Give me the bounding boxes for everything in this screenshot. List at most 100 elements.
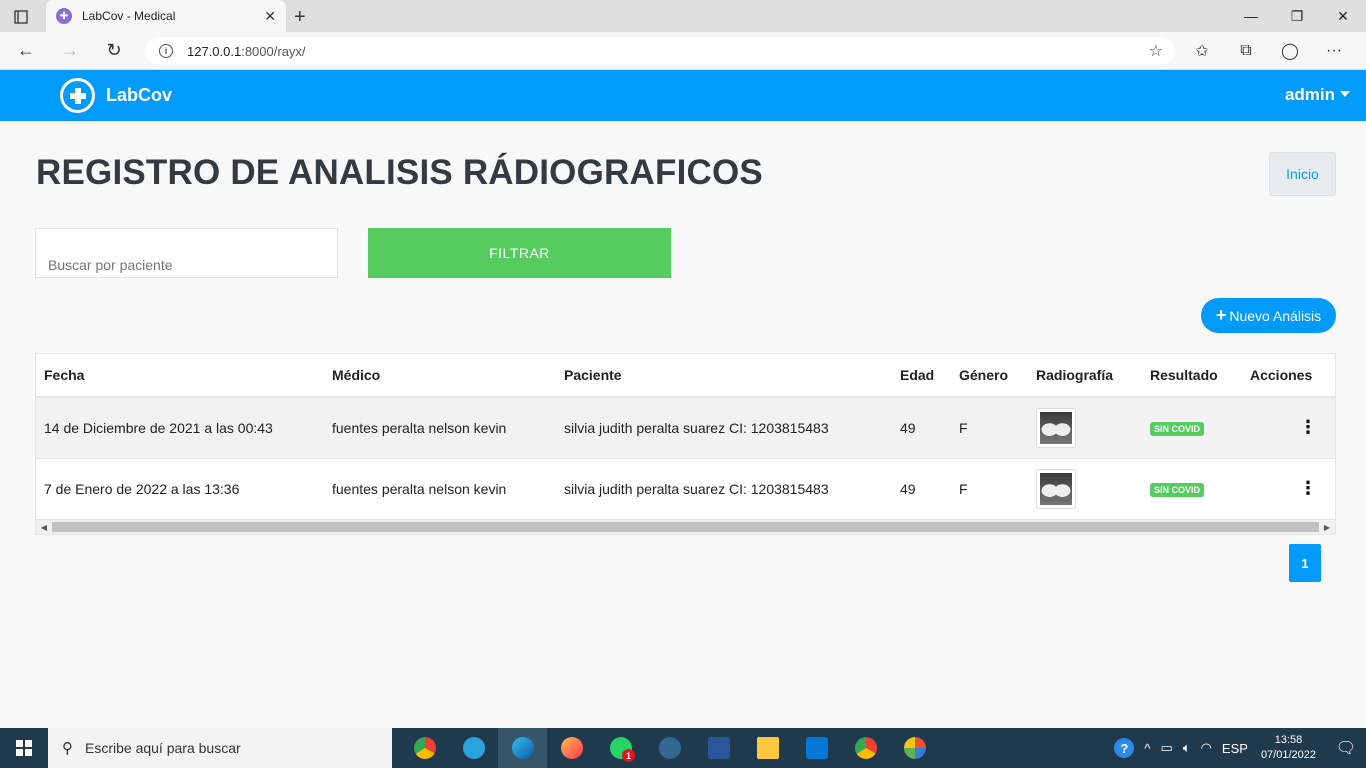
cell-radiografia — [1028, 458, 1142, 520]
taskbar-search-placeholder: Escribe aquí para buscar — [85, 740, 241, 756]
column-header-medico[interactable]: Médico — [324, 354, 556, 398]
table-row[interactable]: 7 de Enero de 2022 a las 13:36 fuentes p… — [36, 458, 1335, 520]
more-options-icon[interactable]: ··· — [1312, 37, 1356, 65]
chrome-icon[interactable] — [400, 728, 449, 768]
column-header-radiografia[interactable]: Radiografía — [1028, 354, 1142, 398]
row-actions-kebab-icon[interactable]: ⋮ — [1242, 458, 1335, 520]
close-tab-icon[interactable]: ✕ — [264, 8, 276, 25]
forward-icon[interactable]: → — [52, 36, 88, 66]
collections-icon[interactable]: ⧉ — [1224, 37, 1268, 65]
taskbar-pinned-apps: 1 — [400, 728, 939, 768]
brand-name[interactable]: LabCov — [106, 85, 172, 106]
telegram-icon[interactable] — [449, 728, 498, 768]
table-row[interactable]: 14 de Diciembre de 2021 a las 00:43 fuen… — [36, 397, 1335, 459]
notification-badge: 1 — [622, 749, 635, 762]
column-header-genero[interactable]: Género — [951, 354, 1028, 398]
medical-cross-logo-icon[interactable] — [60, 78, 95, 113]
page-title: REGISTRO DE ANALISIS RÁDIOGRAFICOS — [36, 153, 763, 192]
vscode-icon[interactable] — [792, 728, 841, 768]
column-header-fecha[interactable]: Fecha — [36, 354, 324, 398]
pagination-page-button[interactable]: 1 — [1289, 544, 1321, 582]
cell-fecha: 14 de Diciembre de 2021 a las 00:43 — [36, 397, 324, 459]
clock[interactable]: 13:58 07/01/2022 — [1261, 733, 1316, 763]
scroll-left-icon[interactable]: ◀ — [36, 523, 52, 532]
cell-paciente: silvia judith peralta suarez CI: 1203815… — [556, 397, 892, 459]
status-badge: SIN COVID — [1150, 422, 1205, 437]
url-path: :8000/rayx/ — [241, 43, 306, 59]
volume-icon[interactable]: 🔈︎ — [1183, 740, 1191, 756]
analysis-table: Fecha Médico Paciente Edad Género Radiog… — [36, 354, 1335, 520]
back-icon[interactable]: ← — [8, 36, 44, 66]
git-icon[interactable] — [890, 728, 939, 768]
xray-thumbnail[interactable] — [1036, 407, 1076, 448]
column-header-acciones[interactable]: Acciones — [1242, 354, 1335, 398]
search-icon: ⚲ — [62, 740, 73, 757]
favorites-icon[interactable]: ✩ — [1180, 37, 1224, 65]
restore-icon[interactable]: ❐ — [1274, 0, 1320, 32]
cell-edad: 49 — [892, 397, 951, 459]
edge-icon[interactable] — [498, 728, 547, 768]
column-header-resultado[interactable]: Resultado — [1142, 354, 1242, 398]
cell-resultado: SIN COVID — [1142, 397, 1242, 459]
chrome-profile-icon[interactable] — [841, 728, 890, 768]
plus-icon: + — [1215, 305, 1227, 325]
analysis-table-container: Fecha Médico Paciente Edad Género Radiog… — [35, 353, 1336, 535]
whatsapp-icon[interactable]: 1 — [596, 728, 645, 768]
word-icon[interactable] — [694, 728, 743, 768]
window-controls: — ❐ ✕ — [1228, 0, 1366, 32]
app-navbar: LabCov admin — [0, 70, 1366, 121]
cell-edad: 49 — [892, 458, 951, 520]
windows-start-icon[interactable] — [0, 728, 48, 768]
column-header-edad[interactable]: Edad — [892, 354, 951, 398]
cell-medico: fuentes peralta nelson kevin — [324, 458, 556, 520]
xray-thumbnail[interactable] — [1036, 468, 1076, 509]
scrollbar-thumb[interactable] — [52, 522, 1319, 532]
filter-button[interactable]: FILTRAR — [368, 228, 671, 278]
patient-search-input[interactable] — [35, 228, 338, 278]
windows-taskbar: ⚲ Escribe aquí para buscar 1 ? ^ ▭ 🔈︎ ◠ … — [0, 728, 1366, 768]
main-content: REGISTRO DE ANALISIS RÁDIOGRAFICOS Inici… — [0, 121, 1366, 726]
browser-toolbar: ← → ↻ i 127.0.0.1:8000/rayx/ ☆ ✩ ⧉ ◯ ··· — [0, 32, 1366, 70]
help-icon[interactable]: ? — [1114, 738, 1135, 758]
add-favorite-icon[interactable]: ☆ — [1149, 41, 1163, 61]
battery-icon[interactable]: ▭ — [1160, 740, 1172, 756]
cell-genero: F — [951, 397, 1028, 459]
horizontal-scrollbar[interactable]: ◀ ▶ — [36, 520, 1335, 534]
reload-icon[interactable]: ↻ — [96, 36, 132, 66]
user-menu-dropdown[interactable]: admin — [1285, 85, 1350, 105]
cell-medico: fuentes peralta nelson kevin — [324, 397, 556, 459]
taskbar-search-box[interactable]: ⚲ Escribe aquí para buscar — [48, 728, 392, 768]
site-info-icon[interactable]: i — [159, 44, 173, 58]
language-indicator[interactable]: ESP — [1222, 741, 1248, 756]
browser-tools: ✩ ⧉ ◯ ··· — [1180, 37, 1356, 65]
tab-actions-icon[interactable] — [10, 6, 32, 28]
notifications-icon[interactable]: 🗨︎ — [1326, 738, 1366, 758]
firefox-icon[interactable] — [547, 728, 596, 768]
show-hidden-icons-icon[interactable]: ^ — [1144, 741, 1150, 756]
new-tab-icon[interactable]: + — [294, 6, 306, 29]
row-actions-kebab-icon[interactable]: ⋮ — [1242, 397, 1335, 459]
minimize-icon[interactable]: — — [1228, 0, 1274, 32]
cell-resultado: SIN COVID — [1142, 458, 1242, 520]
home-button[interactable]: Inicio — [1269, 152, 1336, 196]
url-host: 127.0.0.1 — [187, 43, 242, 59]
browser-tabbar: ✚ LabCov - Medical ✕ + — ❐ ✕ — [0, 0, 1366, 32]
browser-tab-title: LabCov - Medical — [82, 9, 176, 23]
wifi-icon[interactable]: ◠ — [1201, 740, 1212, 756]
address-bar[interactable]: i 127.0.0.1:8000/rayx/ ☆ — [145, 37, 1175, 65]
system-tray: ? ^ ▭ 🔈︎ ◠ ESP 13:58 07/01/2022 🗨︎ — [1109, 728, 1366, 768]
close-window-icon[interactable]: ✕ — [1320, 0, 1366, 32]
cell-paciente: silvia judith peralta suarez CI: 1203815… — [556, 458, 892, 520]
profile-icon[interactable]: ◯ — [1268, 37, 1312, 65]
column-header-paciente[interactable]: Paciente — [556, 354, 892, 398]
clock-time: 13:58 — [1274, 734, 1303, 746]
postgresql-icon[interactable] — [645, 728, 694, 768]
scroll-right-icon[interactable]: ▶ — [1319, 523, 1335, 532]
file-explorer-icon[interactable] — [743, 728, 792, 768]
new-analysis-button[interactable]: + Nuevo Análisis — [1201, 298, 1336, 333]
browser-tab-active[interactable]: ✚ LabCov - Medical ✕ — [46, 0, 286, 32]
clock-date: 07/01/2022 — [1260, 749, 1316, 761]
cell-fecha: 7 de Enero de 2022 a las 13:36 — [36, 458, 324, 520]
status-badge: SIN COVID — [1150, 483, 1205, 497]
cell-genero: F — [951, 458, 1028, 520]
